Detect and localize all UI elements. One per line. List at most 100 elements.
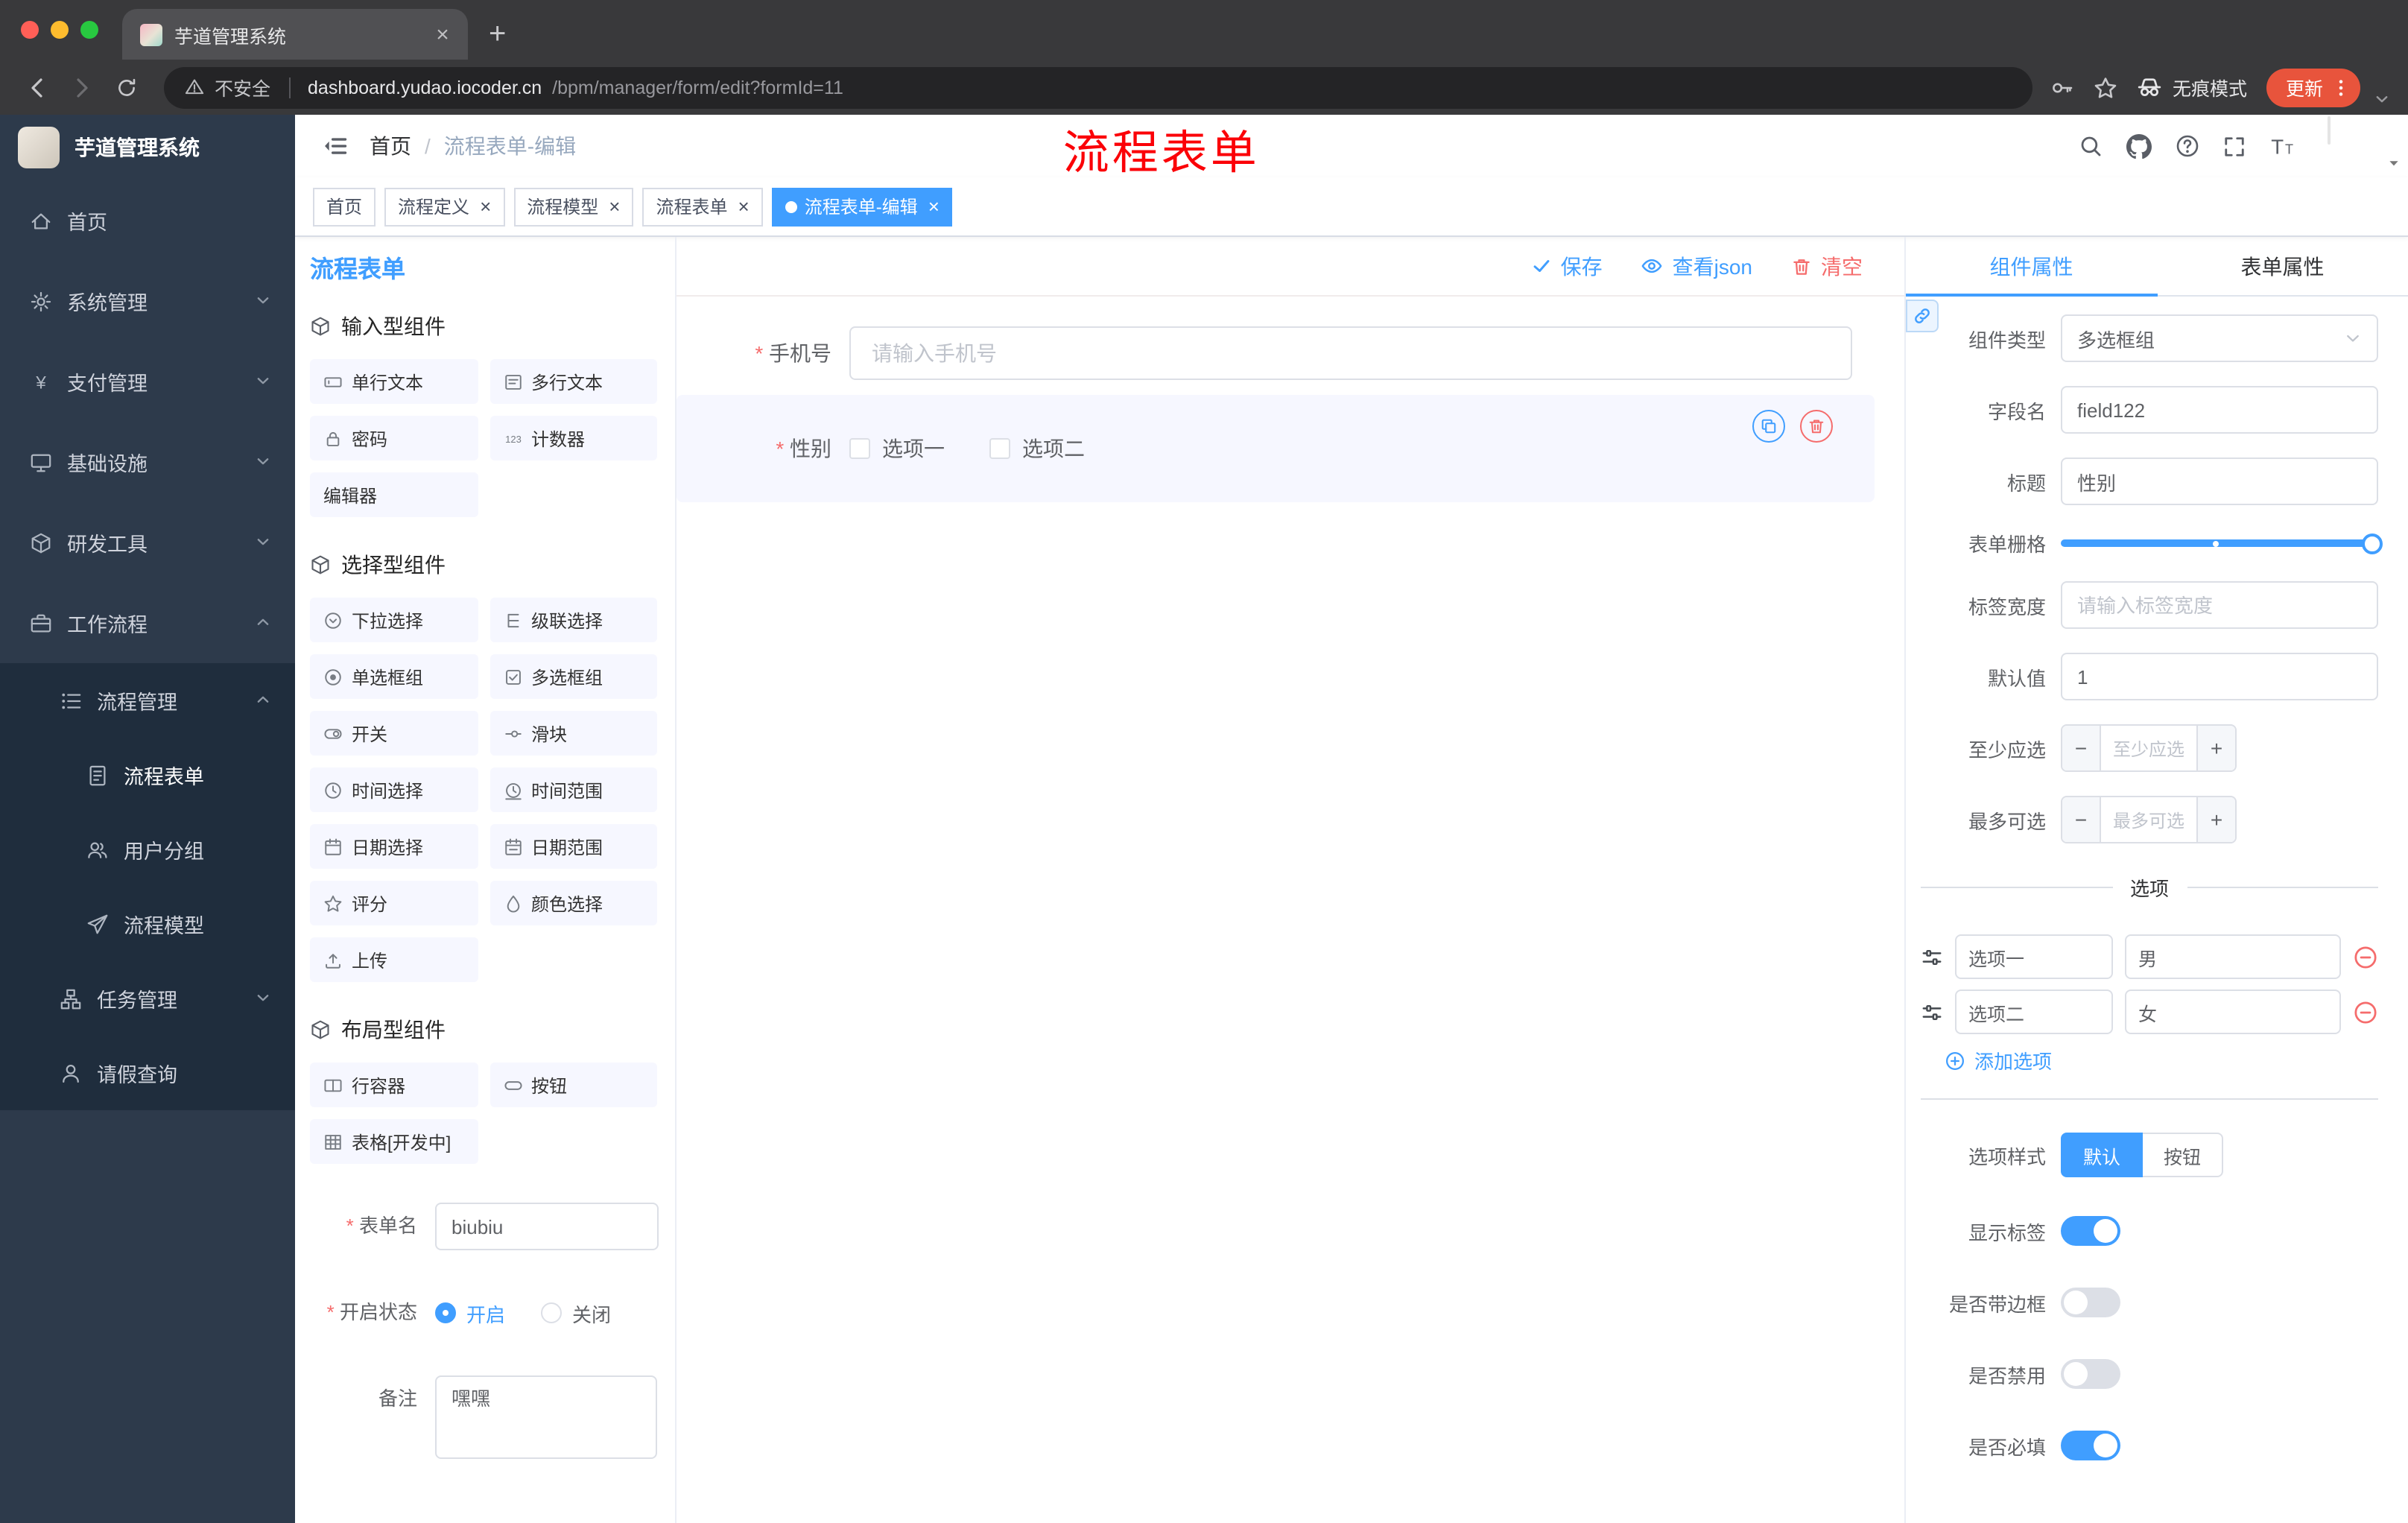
bookmark-star-icon[interactable]: [2094, 75, 2117, 99]
field-phone[interactable]: 手机号: [677, 326, 1875, 380]
checkbox-option[interactable]: 选项二: [989, 434, 1085, 463]
checkbox-icon[interactable]: [849, 438, 870, 459]
sidebar-item-infra[interactable]: 基础设施: [0, 422, 295, 502]
reload-button[interactable]: [107, 68, 146, 107]
tab-close-icon[interactable]: ×: [928, 195, 940, 218]
update-button[interactable]: 更新: [2266, 68, 2360, 107]
form-name-input[interactable]: [435, 1203, 659, 1250]
slider-handle[interactable]: [2362, 533, 2383, 554]
option-value-input[interactable]: [2125, 934, 2341, 979]
tab-close-icon[interactable]: ×: [480, 195, 491, 218]
sidebar-item-devtools[interactable]: 研发工具: [0, 502, 295, 583]
tab-close-icon[interactable]: ×: [738, 195, 750, 218]
remove-option-button[interactable]: [2353, 944, 2378, 969]
palette-item[interactable]: 密码: [310, 416, 478, 460]
radio-icon[interactable]: [435, 1302, 456, 1323]
palette-item[interactable]: 123 计数器: [489, 416, 657, 460]
sidebar-item-home[interactable]: 首页: [0, 180, 295, 261]
logo[interactable]: 芋道管理系统: [0, 115, 295, 180]
clear-button[interactable]: 清空: [1791, 251, 1863, 281]
radio-off[interactable]: 关闭: [541, 1299, 611, 1327]
security-label[interactable]: 不安全: [215, 73, 270, 101]
forward-button[interactable]: [63, 68, 101, 107]
delete-component-button[interactable]: [1800, 410, 1833, 443]
sidebar-item-payment[interactable]: ¥ 支付管理: [0, 341, 295, 422]
tab-component-props[interactable]: 组件属性: [1906, 237, 2157, 297]
fullscreen-icon[interactable]: [2223, 135, 2246, 157]
palette-item[interactable]: 编辑器: [310, 472, 478, 517]
default-value-input[interactable]: [2061, 653, 2378, 700]
page-tab-process-definition[interactable]: 流程定义 ×: [384, 187, 505, 226]
drag-handle[interactable]: [1921, 946, 1943, 968]
address-bar[interactable]: 不安全 dashboard.yudao.iocoder.cn/bpm/manag…: [164, 66, 2032, 108]
max-select-value[interactable]: 最多可选: [2101, 797, 2196, 842]
link-button[interactable]: [1906, 300, 1939, 332]
tab-close-icon[interactable]: ×: [429, 22, 456, 47]
avatar[interactable]: [2328, 116, 2331, 145]
sidebar-item-process-form[interactable]: 流程表单: [0, 738, 295, 812]
palette-item[interactable]: 开关: [310, 711, 478, 756]
page-tab-home[interactable]: 首页: [313, 187, 376, 226]
grid-slider[interactable]: [2061, 533, 2383, 554]
phone-input[interactable]: [849, 326, 1852, 380]
palette-item[interactable]: 日期范围: [489, 824, 657, 869]
palette-item[interactable]: 时间选择: [310, 767, 478, 812]
password-key-icon[interactable]: [2050, 75, 2074, 99]
kebab-menu-icon[interactable]: [2331, 77, 2351, 98]
palette-item[interactable]: 多行文本: [489, 359, 657, 404]
user-menu[interactable]: [2328, 116, 2398, 174]
style-default-button[interactable]: 默认: [2061, 1133, 2144, 1177]
toggle-disabled[interactable]: [2061, 1359, 2120, 1389]
option-value-input[interactable]: [2125, 990, 2341, 1034]
toggle-show-label[interactable]: [2061, 1216, 2120, 1246]
radio-on[interactable]: 开启: [435, 1299, 505, 1327]
drag-handle[interactable]: [1921, 1001, 1943, 1023]
checkbox-option[interactable]: 选项一: [849, 434, 945, 463]
toggle-required[interactable]: [2061, 1431, 2120, 1460]
palette-item[interactable]: 行容器: [310, 1063, 478, 1107]
page-tab-process-form-edit[interactable]: 流程表单-编辑 ×: [771, 187, 953, 226]
github-icon[interactable]: [2126, 133, 2152, 159]
zoom-window-button[interactable]: [80, 21, 98, 39]
tab-close-icon[interactable]: ×: [609, 195, 620, 218]
page-tab-process-model[interactable]: 流程模型 ×: [513, 187, 634, 226]
option-label-input[interactable]: [1955, 990, 2113, 1034]
close-window-button[interactable]: [21, 21, 39, 39]
remark-textarea[interactable]: 嘿嘿: [435, 1375, 657, 1459]
collapse-sidebar-icon[interactable]: [310, 133, 370, 159]
toggle-border[interactable]: [2061, 1288, 2120, 1317]
add-option-button[interactable]: 添加选项: [1945, 1046, 2378, 1074]
palette-item[interactable]: 按钮: [489, 1063, 657, 1107]
minimize-window-button[interactable]: [51, 21, 69, 39]
palette-item[interactable]: 滑块: [489, 711, 657, 756]
sidebar-item-process-manage[interactable]: 流程管理: [0, 663, 295, 738]
label-width-input[interactable]: [2061, 581, 2378, 629]
field-gender-selected[interactable]: 性别 选项一 选项二: [677, 395, 1875, 502]
palette-item[interactable]: 多选框组: [489, 654, 657, 699]
style-button-button[interactable]: 按钮: [2143, 1133, 2224, 1177]
back-button[interactable]: [18, 68, 57, 107]
sidebar-item-task-manage[interactable]: 任务管理: [0, 961, 295, 1036]
sidebar-item-user-group[interactable]: 用户分组: [0, 812, 295, 887]
copy-component-button[interactable]: [1752, 410, 1785, 443]
option-label-input[interactable]: [1955, 934, 2113, 979]
view-json-button[interactable]: 查看json: [1641, 251, 1752, 281]
remove-option-button[interactable]: [2353, 999, 2378, 1025]
radio-icon[interactable]: [541, 1302, 563, 1323]
breadcrumb-home[interactable]: 首页: [370, 131, 411, 161]
decrement-button[interactable]: −: [2062, 797, 2101, 842]
chevron-down-icon[interactable]: [2374, 91, 2390, 107]
palette-item[interactable]: 下拉选择: [310, 598, 478, 642]
min-select-value[interactable]: 至少应选: [2101, 726, 2196, 770]
palette-item[interactable]: 单选框组: [310, 654, 478, 699]
increment-button[interactable]: +: [2196, 797, 2235, 842]
palette-item[interactable]: 颜色选择: [489, 881, 657, 925]
palette-item[interactable]: 上传: [310, 937, 478, 982]
save-button[interactable]: 保存: [1533, 251, 1603, 281]
sidebar-item-workflow[interactable]: 工作流程: [0, 583, 295, 663]
checkbox-icon[interactable]: [989, 438, 1010, 459]
page-tab-process-form[interactable]: 流程表单 ×: [642, 187, 763, 226]
font-size-icon[interactable]: TT: [2269, 133, 2295, 159]
field-name-input[interactable]: [2061, 386, 2378, 434]
component-type-select[interactable]: 多选框组: [2061, 314, 2378, 362]
